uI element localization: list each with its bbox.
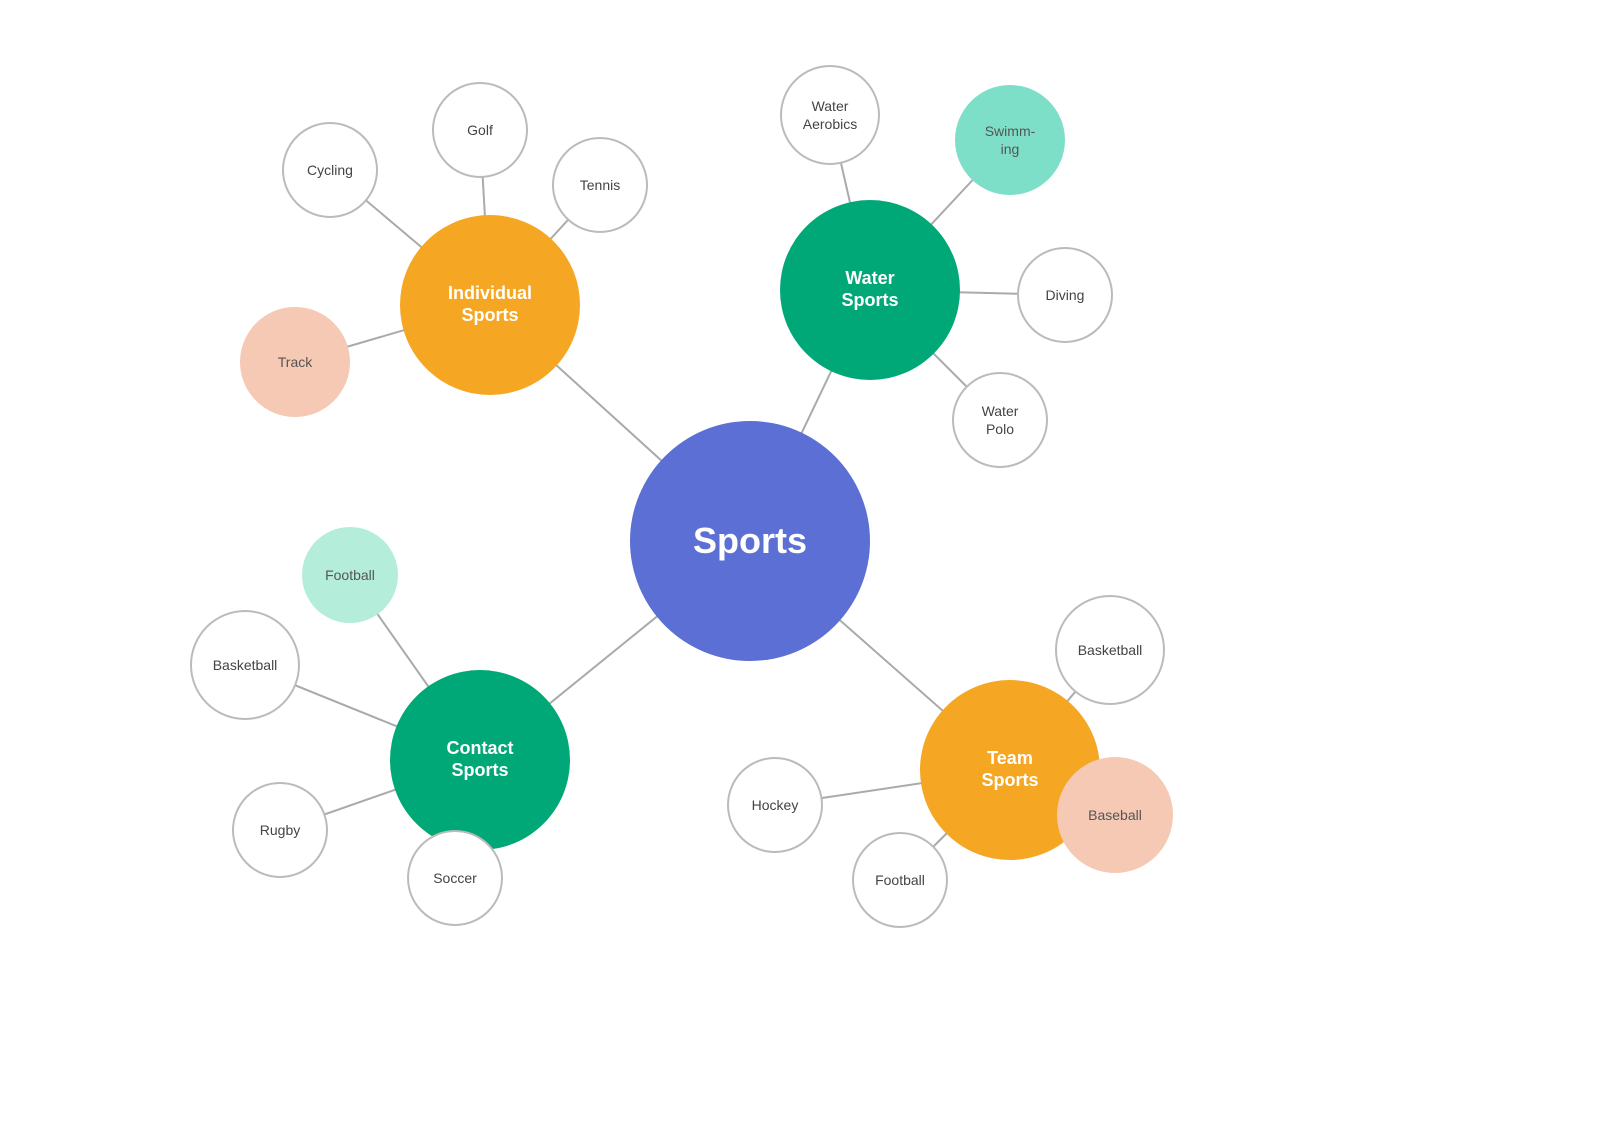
node-swimm--ing: Swimm-ing <box>955 85 1065 195</box>
node-water-polo: WaterPolo <box>952 372 1048 468</box>
node-sports: Sports <box>630 421 870 661</box>
node-baseball: Baseball <box>1057 757 1173 873</box>
node-diving: Diving <box>1017 247 1113 343</box>
node-water-sports: WaterSports <box>780 200 960 380</box>
node-football: Football <box>852 832 948 928</box>
node-basketball: Basketball <box>190 610 300 720</box>
node-individual-sports: IndividualSports <box>400 215 580 395</box>
node-cycling: Cycling <box>282 122 378 218</box>
mindmap-canvas: Sports IndividualSports GolfTennis Cycling T… <box>0 0 1600 1143</box>
node-basketball: Basketball <box>1055 595 1165 705</box>
node-hockey: Hockey <box>727 757 823 853</box>
node-contact-sports: ContactSports <box>390 670 570 850</box>
node-tennis: Tennis <box>552 137 648 233</box>
node-football: Football <box>302 527 398 623</box>
node-golf: Golf <box>432 82 528 178</box>
node-rugby: Rugby <box>232 782 328 878</box>
node-soccer: Soccer <box>407 830 503 926</box>
node-water-aerobics: WaterAerobics <box>780 65 880 165</box>
node-track: Track <box>240 307 350 417</box>
